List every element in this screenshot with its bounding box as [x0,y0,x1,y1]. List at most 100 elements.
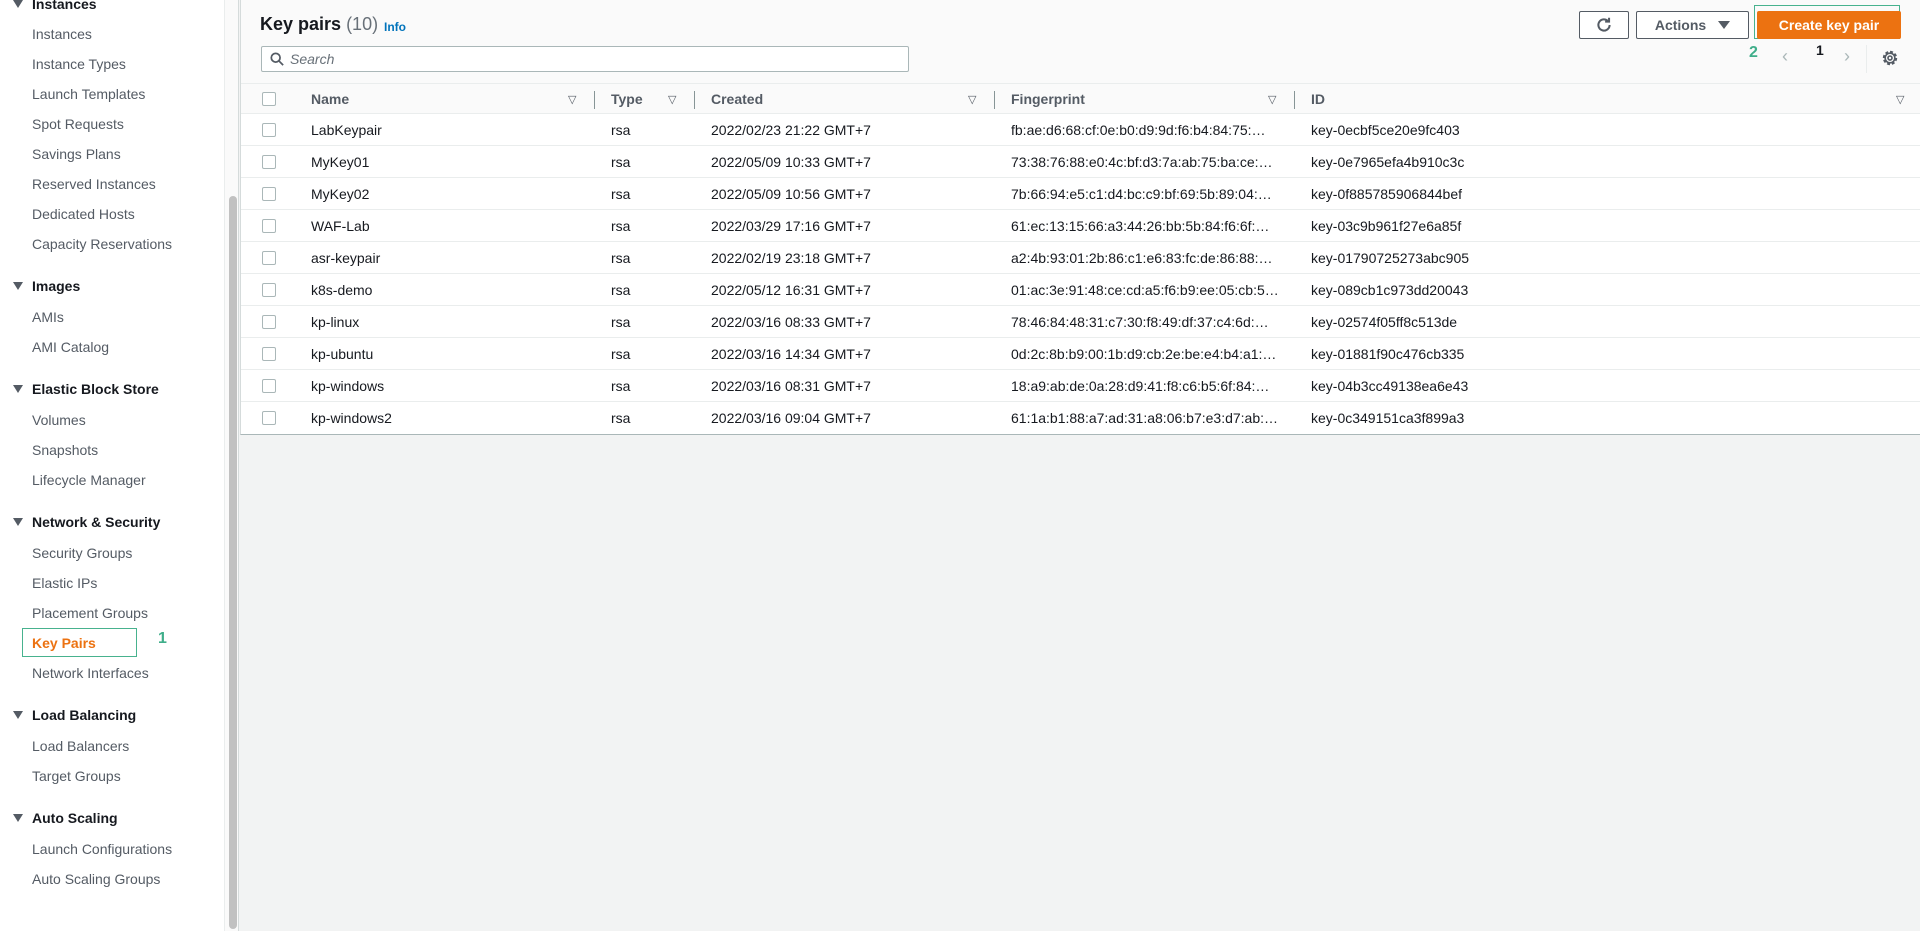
sidebar-section-elastic-block-store[interactable]: Elastic Block Store [13,381,159,397]
row-checkbox[interactable] [262,251,276,265]
current-page[interactable]: 1 [1816,42,1824,58]
column-header-created[interactable]: Created [711,91,763,107]
caret-down-icon [13,518,23,526]
refresh-button[interactable] [1579,11,1629,39]
cell-id: key-04b3cc49138ea6e43 [1311,378,1469,394]
cell-id: key-089cb1c973dd20043 [1311,282,1469,298]
table-row[interactable]: kp-ubuntu rsa 2022/03/16 14:34 GMT+7 0d:2c:… [241,338,1920,370]
row-checkbox[interactable] [262,155,276,169]
sort-icon[interactable]: ▽ [568,93,576,106]
sidebar-item-key-pairs[interactable]: Key Pairs [32,635,96,651]
sidebar-section-auto-scaling[interactable]: Auto Scaling [13,810,118,826]
column-resizer[interactable] [1294,91,1295,109]
sidebar-item-volumes[interactable]: Volumes [32,412,86,428]
row-checkbox[interactable] [262,187,276,201]
row-checkbox[interactable] [262,123,276,137]
key-pair-count: (10) [346,14,379,34]
gear-icon[interactable] [1881,49,1899,67]
cell-created: 2022/05/09 10:56 GMT+7 [711,186,871,202]
chevron-right-icon[interactable]: › [1844,46,1850,67]
caret-down-icon [13,282,23,290]
sidebar-item-load-balancers[interactable]: Load Balancers [32,738,129,754]
chevron-left-icon[interactable]: ‹ [1782,46,1788,67]
info-link[interactable]: Info [384,20,406,34]
column-resizer[interactable] [994,91,995,109]
column-header-name[interactable]: Name [311,91,349,107]
sidebar-section-instances[interactable]: Instances [13,0,97,12]
cell-created: 2022/03/16 09:04 GMT+7 [711,410,871,426]
sidebar-item-launch-configurations[interactable]: Launch Configurations [32,841,172,857]
cell-type: rsa [611,314,631,330]
search-field[interactable] [261,46,909,72]
table-row[interactable]: MyKey01 rsa 2022/05/09 10:33 GMT+7 73:38:76… [241,146,1920,178]
sidebar-item-lifecycle-manager[interactable]: Lifecycle Manager [32,472,146,488]
table-row[interactable]: WAF-Lab rsa 2022/03/29 17:16 GMT+7 61:ec:13… [241,210,1920,242]
sidebar-item-spot-requests[interactable]: Spot Requests [32,116,124,132]
sidebar-item-network-interfaces[interactable]: Network Interfaces [32,665,149,681]
sidebar-item-amis[interactable]: AMIs [32,309,64,325]
sort-icon[interactable]: ▽ [1268,93,1276,106]
sidebar-item-instance-types[interactable]: Instance Types [32,56,126,72]
sidebar-scrollbar-thumb[interactable] [229,196,237,929]
create-key-pair-button[interactable]: Create key pair [1757,11,1901,39]
sort-icon[interactable]: ▽ [968,93,976,106]
cell-created: 2022/03/16 08:31 GMT+7 [711,378,871,394]
actions-dropdown-button[interactable]: Actions [1636,11,1749,39]
caret-down-icon [13,0,23,8]
column-header-type[interactable]: Type [611,91,643,107]
cell-created: 2022/03/16 08:33 GMT+7 [711,314,871,330]
row-checkbox[interactable] [262,379,276,393]
cell-id: key-0ecbf5ce20e9fc403 [1311,122,1460,138]
sidebar-item-capacity-reservations[interactable]: Capacity Reservations [32,236,172,252]
column-resizer[interactable] [694,91,695,109]
cell-type: rsa [611,218,631,234]
cell-type: rsa [611,154,631,170]
sidebar-item-instances[interactable]: Instances [32,26,92,42]
table-row[interactable]: kp-windows rsa 2022/03/16 08:31 GMT+7 18:a9… [241,370,1920,402]
table-row[interactable]: MyKey02 rsa 2022/05/09 10:56 GMT+7 7b:66:94… [241,178,1920,210]
sidebar-section-images[interactable]: Images [13,278,80,294]
table-row[interactable]: kp-windows2 rsa 2022/03/16 09:04 GMT+7 61:1… [241,402,1920,434]
key-pairs-panel: Key pairs (10) Info Actions Create key p… [240,0,1920,435]
row-checkbox[interactable] [262,347,276,361]
sidebar-item-launch-templates[interactable]: Launch Templates [32,86,145,102]
column-header-id[interactable]: ID [1311,91,1325,107]
row-checkbox[interactable] [262,283,276,297]
sidebar-item-elastic-ips[interactable]: Elastic IPs [32,575,97,591]
table-header: Name ▽ Type ▽ Created ▽ Fingerprint ▽ ID… [241,84,1920,114]
main-content: Key pairs (10) Info Actions Create key p… [240,0,1920,931]
sidebar-item-savings-plans[interactable]: Savings Plans [32,146,121,162]
cell-name: kp-ubuntu [311,346,374,362]
sidebar-item-security-groups[interactable]: Security Groups [32,545,132,561]
cell-name: k8s-demo [311,282,373,298]
sidebar-section-network-security[interactable]: Network & Security [13,514,160,530]
cell-type: rsa [611,122,631,138]
cell-fingerprint: 0d:2c:8b:b9:00:1b:d9:cb:2e:be:e4:b4:a1:… [1011,346,1277,362]
row-checkbox[interactable] [262,219,276,233]
sidebar-item-reserved-instances[interactable]: Reserved Instances [32,176,156,192]
column-resizer[interactable] [594,91,595,109]
cell-id: key-02574f05ff8c513de [1311,314,1458,330]
table-row[interactable]: LabKeypair rsa 2022/02/23 21:22 GMT+7 fb:ae… [241,114,1920,146]
sidebar-item-snapshots[interactable]: Snapshots [32,442,98,458]
sidebar-item-dedicated-hosts[interactable]: Dedicated Hosts [32,206,135,222]
search-input[interactable] [290,51,890,67]
sidebar-item-ami-catalog[interactable]: AMI Catalog [32,339,109,355]
select-all-checkbox[interactable] [262,92,276,106]
sort-icon[interactable]: ▽ [1896,93,1904,106]
column-header-fingerprint[interactable]: Fingerprint [1011,91,1085,107]
row-checkbox[interactable] [262,315,276,329]
sidebar-item-auto-scaling-groups[interactable]: Auto Scaling Groups [32,871,160,887]
sidebar-item-target-groups[interactable]: Target Groups [32,768,121,784]
table-row[interactable]: k8s-demo rsa 2022/05/12 16:31 GMT+7 01:ac:3… [241,274,1920,306]
table-row[interactable]: kp-linux rsa 2022/03/16 08:33 GMT+7 78:46:8… [241,306,1920,338]
search-icon [270,52,284,66]
row-checkbox[interactable] [262,411,276,425]
sidebar-item-placement-groups[interactable]: Placement Groups [32,605,148,621]
sidebar-section-load-balancing[interactable]: Load Balancing [13,707,136,723]
cell-created: 2022/02/23 21:22 GMT+7 [711,122,871,138]
sort-icon[interactable]: ▽ [668,93,676,106]
cell-name: asr-keypair [311,250,381,266]
table-row[interactable]: asr-keypair rsa 2022/02/19 23:18 GMT+7 a2:4… [241,242,1920,274]
caret-down-icon [13,711,23,719]
